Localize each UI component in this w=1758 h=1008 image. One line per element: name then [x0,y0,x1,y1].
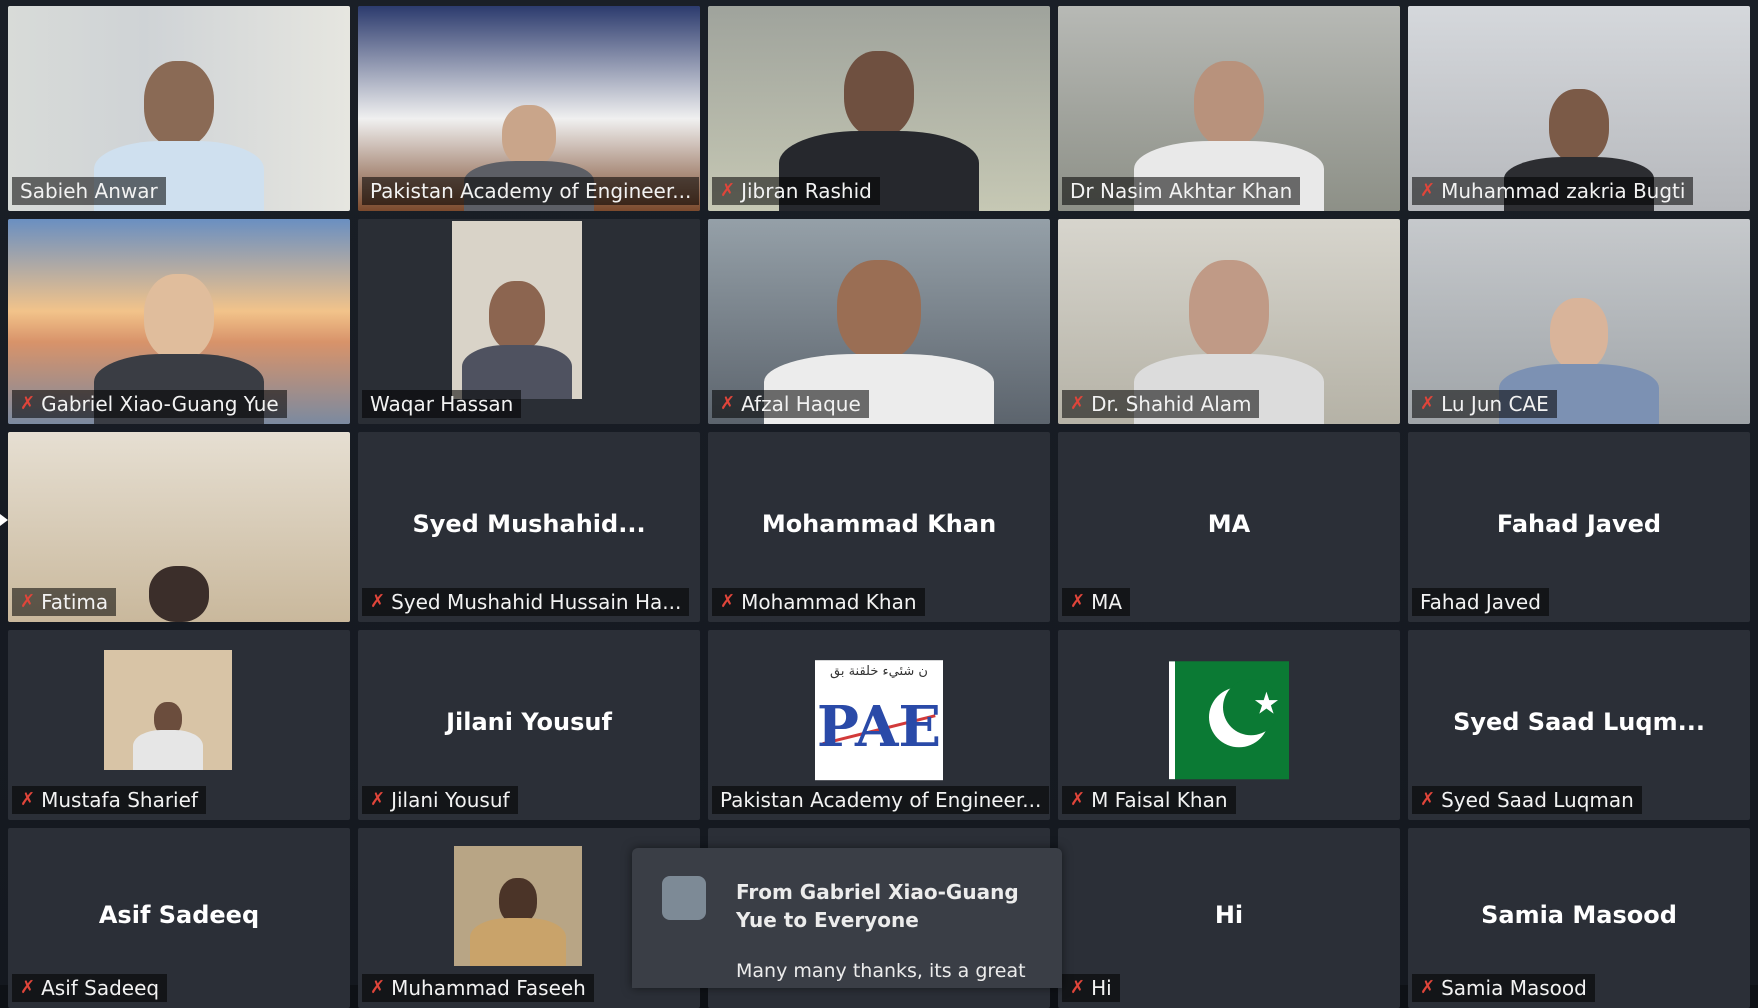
participant-center-name: Fahad Javed [1496,510,1662,539]
participant-name-tag: ✗ Mohammad Khan [712,588,925,616]
muted-mic-icon: ✗ [720,180,736,201]
participant-name-tag: ✗ Mustafa Sharief [12,786,206,814]
chat-sender-line1: From Gabriel Xiao-Guang [736,880,1019,904]
participant-name-tag: ✗ Jilani Yousuf [362,786,518,814]
participant-center-name: MA [1207,510,1251,539]
participant-tile[interactable]: Syed Saad Luqm... ✗ Syed Saad Luqman [1408,630,1750,820]
muted-mic-icon: ✗ [720,393,736,414]
chat-notification[interactable]: From Gabriel Xiao-Guang Yue to Everyone … [632,848,1062,988]
participant-video-person [133,702,203,770]
participant-name-tag: ✗ Afzal Haque [712,390,869,418]
participant-name-tag: ✗ Fatima [12,588,117,616]
pae-logo: ن شئيء خلقنة بق PAE [815,660,943,781]
zoom-gallery-screen: Sabieh Anwar Pakistan Academy of Enginee… [0,0,1758,1008]
muted-mic-icon: ✗ [720,591,736,612]
participant-name-tag: Pakistan Academy of Engineer... [712,786,1050,814]
participant-center-name: Samia Masood [1481,901,1677,930]
participant-name-tag: ✗ Muhammad zakria Bugti [1412,177,1694,205]
muted-mic-icon: ✗ [370,789,386,810]
participant-tile[interactable]: ✗ Jibran Rashid [708,6,1050,211]
participant-center-name: Syed Saad Luqm... [1453,708,1705,737]
participant-grid: Sabieh Anwar Pakistan Academy of Enginee… [8,6,1750,1008]
participant-video-person [149,566,209,622]
muted-mic-icon: ✗ [1420,977,1436,998]
muted-mic-icon: ✗ [20,977,36,998]
muted-mic-icon: ✗ [1070,393,1086,414]
participant-video-person [470,878,566,966]
participant-tile[interactable]: Pakistan Academy of Engineer... [358,6,700,211]
portrait-video [452,221,582,399]
participant-tile[interactable]: ✗ Afzal Haque [708,219,1050,424]
participant-name-tag: Fahad Javed [1412,588,1549,616]
participant-tile[interactable]: ✗ Dr. Shahid Alam [1058,219,1400,424]
profile-picture [454,846,582,966]
participant-tile[interactable]: Fahad Javed Fahad Javed [1408,432,1750,622]
participant-tile[interactable]: Samia Masood ✗ Samia Masood [1408,828,1750,1008]
participant-tile[interactable]: ✗ Muhammad zakria Bugti [1408,6,1750,211]
muted-mic-icon: ✗ [1070,591,1086,612]
muted-mic-icon: ✗ [1420,393,1436,414]
participant-center-name: Jilani Yousuf [446,708,612,737]
muted-mic-icon: ✗ [370,977,386,998]
participant-name-tag: Waqar Hassan [362,390,522,418]
participant-center-name: Mohammad Khan [761,510,997,539]
profile-picture [104,650,232,770]
muted-mic-icon: ✗ [370,591,386,612]
participant-video-person [462,281,572,399]
chat-sender-avatar [662,876,706,920]
participant-name-tag: Sabieh Anwar [12,177,166,205]
chat-sender: From Gabriel Xiao-Guang Yue to Everyone [736,878,1036,934]
muted-mic-icon: ✗ [1070,977,1086,998]
participant-name-tag: ✗ Lu Jun CAE [1412,390,1557,418]
muted-mic-icon: ✗ [1070,789,1086,810]
participant-tile[interactable]: Jilani Yousuf ✗ Jilani Yousuf [358,630,700,820]
logo-arabic-text: ن شئيء خلقنة بق [830,664,928,680]
mouse-pointer-icon [0,514,8,526]
participant-name-tag: ✗ M Faisal Khan [1062,786,1236,814]
participant-center-name: Syed Mushahid... [412,510,646,539]
muted-mic-icon: ✗ [20,789,36,810]
participant-center-name: Hi [1214,901,1244,930]
chat-message: Many many thanks, its a great [736,960,1026,982]
participant-name-tag: ✗ Asif Sadeeq [12,974,168,1002]
participant-center-name: Asif Sadeeq [98,901,260,930]
chat-sender-line2: Yue to Everyone [736,908,919,932]
participant-tile[interactable]: ✗ Lu Jun CAE [1408,219,1750,424]
participant-tile[interactable]: Hi ✗ Hi [1058,828,1400,1008]
participant-tile[interactable]: Syed Mushahid... ✗ Syed Mushahid Hussain … [358,432,700,622]
participant-name-tag: Pakistan Academy of Engineer... [362,177,700,205]
muted-mic-icon: ✗ [20,393,36,414]
participant-tile-active-speaker[interactable]: Dr Nasim Akhtar Khan [1058,6,1400,211]
participant-tile[interactable]: ★ ✗ M Faisal Khan [1058,630,1400,820]
muted-mic-icon: ✗ [1420,789,1436,810]
participant-name-tag: ✗ Dr. Shahid Alam [1062,390,1260,418]
participant-tile[interactable]: ✗ Gabriel Xiao-Guang Yue [8,219,350,424]
participant-name-tag: ✗ Samia Masood [1412,974,1595,1002]
participant-name-tag: ✗ MA [1062,588,1131,616]
pakistan-flag-icon: ★ [1169,661,1289,780]
participant-tile[interactable]: Asif Sadeeq ✗ Asif Sadeeq [8,828,350,1008]
participant-tile[interactable]: Sabieh Anwar [8,6,350,211]
participant-tile[interactable]: MA ✗ MA [1058,432,1400,622]
participant-tile[interactable]: ن شئيء خلقنة بق PAE Pakistan Academy of … [708,630,1050,820]
muted-mic-icon: ✗ [20,591,36,612]
muted-mic-icon: ✗ [1420,180,1436,201]
participant-name-tag: ✗ Jibran Rashid [712,177,880,205]
participant-name-tag: ✗ Hi [1062,974,1120,1002]
participant-tile[interactable]: ✗ Mustafa Sharief [8,630,350,820]
participant-tile[interactable]: Mohammad Khan ✗ Mohammad Khan [708,432,1050,622]
participant-tile[interactable]: ✗ Fatima [8,432,350,622]
participant-tile[interactable]: Waqar Hassan [358,219,700,424]
participant-name-tag: ✗ Muhammad Faseeh [362,974,594,1002]
participant-name-tag: ✗ Gabriel Xiao-Guang Yue [12,390,287,418]
participant-name-tag: Dr Nasim Akhtar Khan [1062,177,1301,205]
participant-name-tag: ✗ Syed Mushahid Hussain Ha... [362,588,690,616]
participant-name-tag: ✗ Syed Saad Luqman [1412,786,1642,814]
logo-text: PAE [816,694,942,761]
